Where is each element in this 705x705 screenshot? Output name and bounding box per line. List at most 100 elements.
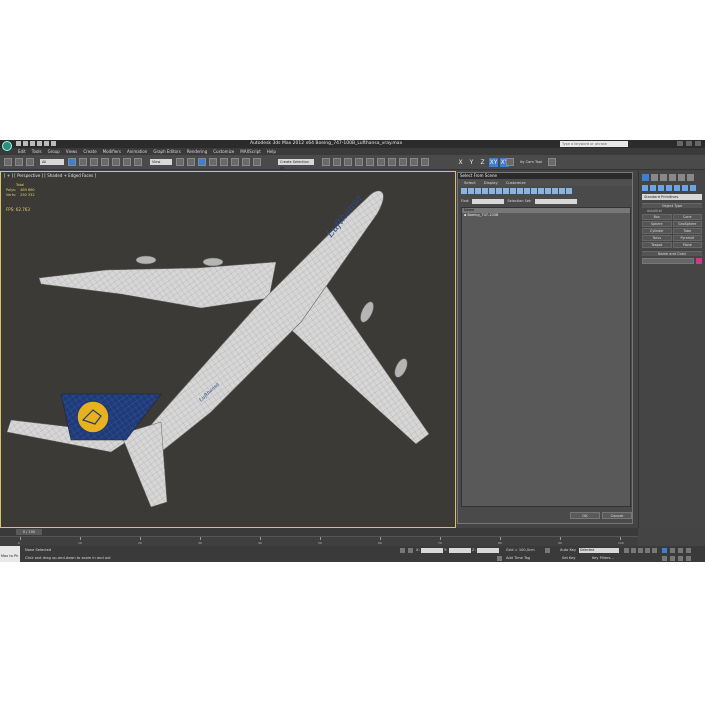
box-button[interactable]: Box — [642, 214, 672, 220]
bind-space-warp-icon[interactable] — [26, 158, 34, 166]
absolute-mode-icon[interactable] — [408, 548, 413, 553]
select-all-icon[interactable] — [545, 188, 551, 194]
play-icon[interactable] — [638, 548, 643, 553]
display-all-icon[interactable] — [524, 188, 530, 194]
z-coord-field[interactable] — [477, 548, 499, 553]
material-editor-icon[interactable] — [388, 158, 396, 166]
object-type-rollout[interactable]: Object Type — [642, 203, 702, 208]
menu-tools[interactable]: Tools — [32, 149, 42, 154]
unlink-icon[interactable] — [15, 158, 23, 166]
menu-edit[interactable]: Edit — [18, 149, 26, 154]
track-bar[interactable]: 0 10 20 30 40 50 60 70 80 90 100 — [0, 536, 638, 546]
display-bones-icon[interactable] — [517, 188, 523, 194]
app-logo-icon[interactable] — [2, 141, 12, 151]
open-file-icon[interactable] — [23, 141, 28, 146]
select-object-icon[interactable] — [68, 158, 76, 166]
sphere-button[interactable]: Sphere — [642, 221, 672, 227]
orbit-icon[interactable] — [678, 556, 683, 561]
dialog-menu-display[interactable]: Display — [484, 180, 498, 185]
scale-icon[interactable] — [134, 158, 142, 166]
go-to-start-icon[interactable] — [624, 548, 629, 553]
key-set-dropdown[interactable]: Selected — [579, 548, 619, 553]
close-icon[interactable] — [695, 141, 701, 146]
new-file-icon[interactable] — [16, 141, 21, 146]
minimize-icon[interactable] — [677, 141, 683, 146]
select-invert-icon[interactable] — [559, 188, 565, 194]
snap-toggle-icon[interactable] — [209, 158, 217, 166]
ok-button[interactable]: OK — [570, 512, 600, 519]
maximize-viewport-icon[interactable] — [686, 556, 691, 561]
zoom-extents-all-icon[interactable] — [686, 548, 691, 553]
sync-selection-icon[interactable] — [566, 188, 572, 194]
menu-group[interactable]: Group — [48, 149, 60, 154]
display-spacewarps-icon[interactable] — [496, 188, 502, 194]
rectangle-select-icon[interactable] — [90, 158, 98, 166]
display-geometry-icon[interactable] — [461, 188, 467, 194]
selection-set-dropdown[interactable] — [534, 198, 577, 204]
teapot-button[interactable]: Teapot — [642, 242, 672, 248]
render-teapot-icon[interactable] — [421, 158, 429, 166]
display-xrefs-icon[interactable] — [510, 188, 516, 194]
reference-coordinate-dropdown[interactable]: View — [150, 159, 172, 165]
dialog-menu-customize[interactable]: Customize — [506, 180, 526, 185]
axis-z-button[interactable]: Z — [478, 158, 487, 167]
display-shapes-icon[interactable] — [468, 188, 474, 194]
project-folder-icon[interactable] — [51, 141, 56, 146]
set-key-button[interactable]: Set Key — [562, 556, 576, 560]
search-input[interactable]: Type a keyword or phrase — [560, 141, 628, 147]
named-selection-set-dropdown[interactable]: Create Selection Se — [278, 159, 314, 170]
zoom-all-icon[interactable] — [670, 548, 675, 553]
axis-x-button[interactable]: X — [456, 158, 465, 167]
menu-maxscript[interactable]: MAXScript — [240, 149, 261, 154]
lock-selection-icon[interactable] — [400, 548, 405, 553]
camera-icon[interactable] — [548, 158, 556, 166]
select-by-name-icon[interactable] — [79, 158, 87, 166]
menu-create[interactable]: Create — [83, 149, 96, 154]
move-icon[interactable] — [112, 158, 120, 166]
axis-xy-button[interactable]: XY — [489, 158, 498, 167]
cam-tool-label[interactable]: ity Cam Tool — [520, 160, 542, 164]
select-none-icon[interactable] — [552, 188, 558, 194]
display-cameras-icon[interactable] — [482, 188, 488, 194]
angle-snap-icon[interactable] — [220, 158, 228, 166]
spinner-snap-icon[interactable] — [242, 158, 250, 166]
list-item[interactable]: ▪ Boeing_747-100B — [462, 213, 630, 218]
key-mode-icon[interactable] — [545, 548, 550, 553]
pyramid-button[interactable]: Pyramid — [672, 235, 702, 241]
perspective-viewport[interactable]: [ + ] [ Perspective ] [ Shaded + Edged F… — [0, 171, 456, 528]
layer-manager-icon[interactable] — [344, 158, 352, 166]
save-file-icon[interactable] — [30, 141, 35, 146]
cylinder-button[interactable]: Cylinder — [642, 228, 672, 234]
cone-button[interactable]: Cone — [672, 214, 702, 220]
display-lights-icon[interactable] — [475, 188, 481, 194]
helpers-category-icon[interactable] — [674, 185, 680, 191]
menu-modifiers[interactable]: Modifiers — [103, 149, 121, 154]
pivot-center-icon[interactable] — [176, 158, 184, 166]
time-tag-icon[interactable] — [497, 556, 502, 561]
menu-rendering[interactable]: Rendering — [187, 149, 207, 154]
menu-graph-editors[interactable]: Graph Editors — [153, 149, 180, 154]
primitive-category-dropdown[interactable]: Standard Primitives — [642, 194, 702, 200]
y-coord-field[interactable] — [449, 548, 471, 553]
keyboard-shortcut-icon[interactable] — [198, 158, 206, 166]
redo-icon[interactable] — [44, 141, 49, 146]
select-manipulate-icon[interactable] — [187, 158, 195, 166]
systems-category-icon[interactable] — [690, 185, 696, 191]
curve-editor-icon[interactable] — [366, 158, 374, 166]
scene-object-list[interactable]: Name ▪ Boeing_747-100B — [461, 207, 631, 507]
next-frame-icon[interactable] — [645, 548, 650, 553]
boeing-747-wireframe-model[interactable]: Lufthansa Lufthansa — [1, 172, 455, 527]
create-tab-icon[interactable] — [642, 174, 649, 181]
zoom-extents-icon[interactable] — [678, 548, 683, 553]
rotate-icon[interactable] — [123, 158, 131, 166]
torus-button[interactable]: Torus — [642, 235, 672, 241]
display-invert-icon[interactable] — [538, 188, 544, 194]
align-icon[interactable] — [333, 158, 341, 166]
time-slider-thumb[interactable]: 0 / 100 — [16, 529, 42, 535]
spacewarps-category-icon[interactable] — [682, 185, 688, 191]
tube-button[interactable]: Tube — [672, 228, 702, 234]
name-and-color-rollout[interactable]: Name and Color — [642, 251, 702, 256]
schematic-view-icon[interactable] — [377, 158, 385, 166]
maxscript-listener[interactable]: Max to Ph — [0, 546, 20, 562]
find-input[interactable] — [472, 198, 505, 204]
